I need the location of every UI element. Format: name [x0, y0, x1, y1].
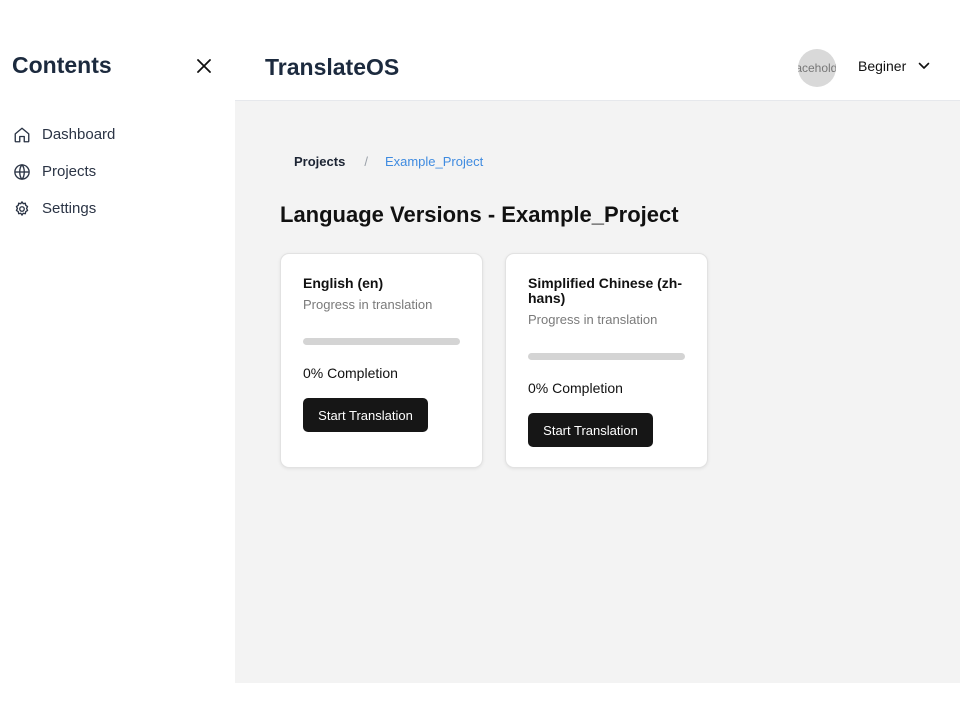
globe-icon — [12, 162, 32, 182]
avatar[interactable]: placeholder — [798, 49, 836, 87]
app-title: TranslateOS — [265, 54, 400, 80]
sidebar-item-label: Dashboard — [42, 126, 116, 143]
completion-text: 0% Completion — [303, 365, 398, 381]
level-dropdown[interactable]: Beginer — [858, 58, 930, 74]
breadcrumb-projects-link[interactable]: Projects — [294, 154, 345, 169]
card-subtitle: Progress in translation — [303, 297, 433, 312]
completion-text: 0% Completion — [528, 380, 623, 396]
language-card-english: English (en) Progress in translation 0% … — [280, 253, 483, 468]
card-subtitle: Progress in translation — [528, 312, 658, 327]
sidebar-title: Contents — [12, 52, 112, 78]
card-title: English (en) — [303, 275, 384, 291]
close-sidebar-button[interactable] — [193, 55, 215, 77]
start-translation-button[interactable]: Start Translation — [303, 398, 428, 432]
progress-bar — [528, 353, 685, 360]
close-icon — [197, 59, 211, 73]
page-title: Language Versions - Example_Project — [280, 202, 679, 227]
sidebar-item-projects[interactable]: Projects — [12, 153, 115, 190]
card-title: Simplified Chinese (zh-hans) — [528, 275, 683, 306]
gear-icon — [12, 199, 32, 219]
breadcrumb-current-project[interactable]: Example_Project — [385, 154, 483, 169]
sidebar-nav: Dashboard Projects Settings — [12, 116, 115, 227]
sidebar-item-dashboard[interactable]: Dashboard — [12, 116, 115, 153]
home-icon — [12, 125, 32, 145]
language-card-simplified-chinese: Simplified Chinese (zh-hans) Progress in… — [505, 253, 708, 468]
breadcrumb-separator: / — [364, 154, 368, 169]
start-translation-button[interactable]: Start Translation — [528, 413, 653, 447]
top-header: TranslateOS placeholder Beginer — [235, 0, 960, 101]
sidebar: Contents Dashboard Projects Settings — [0, 0, 235, 683]
sidebar-item-label: Projects — [42, 163, 97, 180]
progress-bar — [303, 338, 460, 345]
sidebar-item-label: Settings — [42, 200, 97, 217]
avatar-alt-text: placeholder — [798, 61, 836, 75]
breadcrumb: Projects / Example_Project — [294, 154, 483, 169]
sidebar-item-settings[interactable]: Settings — [12, 190, 115, 227]
level-dropdown-value: Beginer — [858, 58, 907, 74]
main-content: Projects / Example_Project Language Vers… — [235, 101, 960, 683]
chevron-down-icon — [918, 62, 930, 69]
